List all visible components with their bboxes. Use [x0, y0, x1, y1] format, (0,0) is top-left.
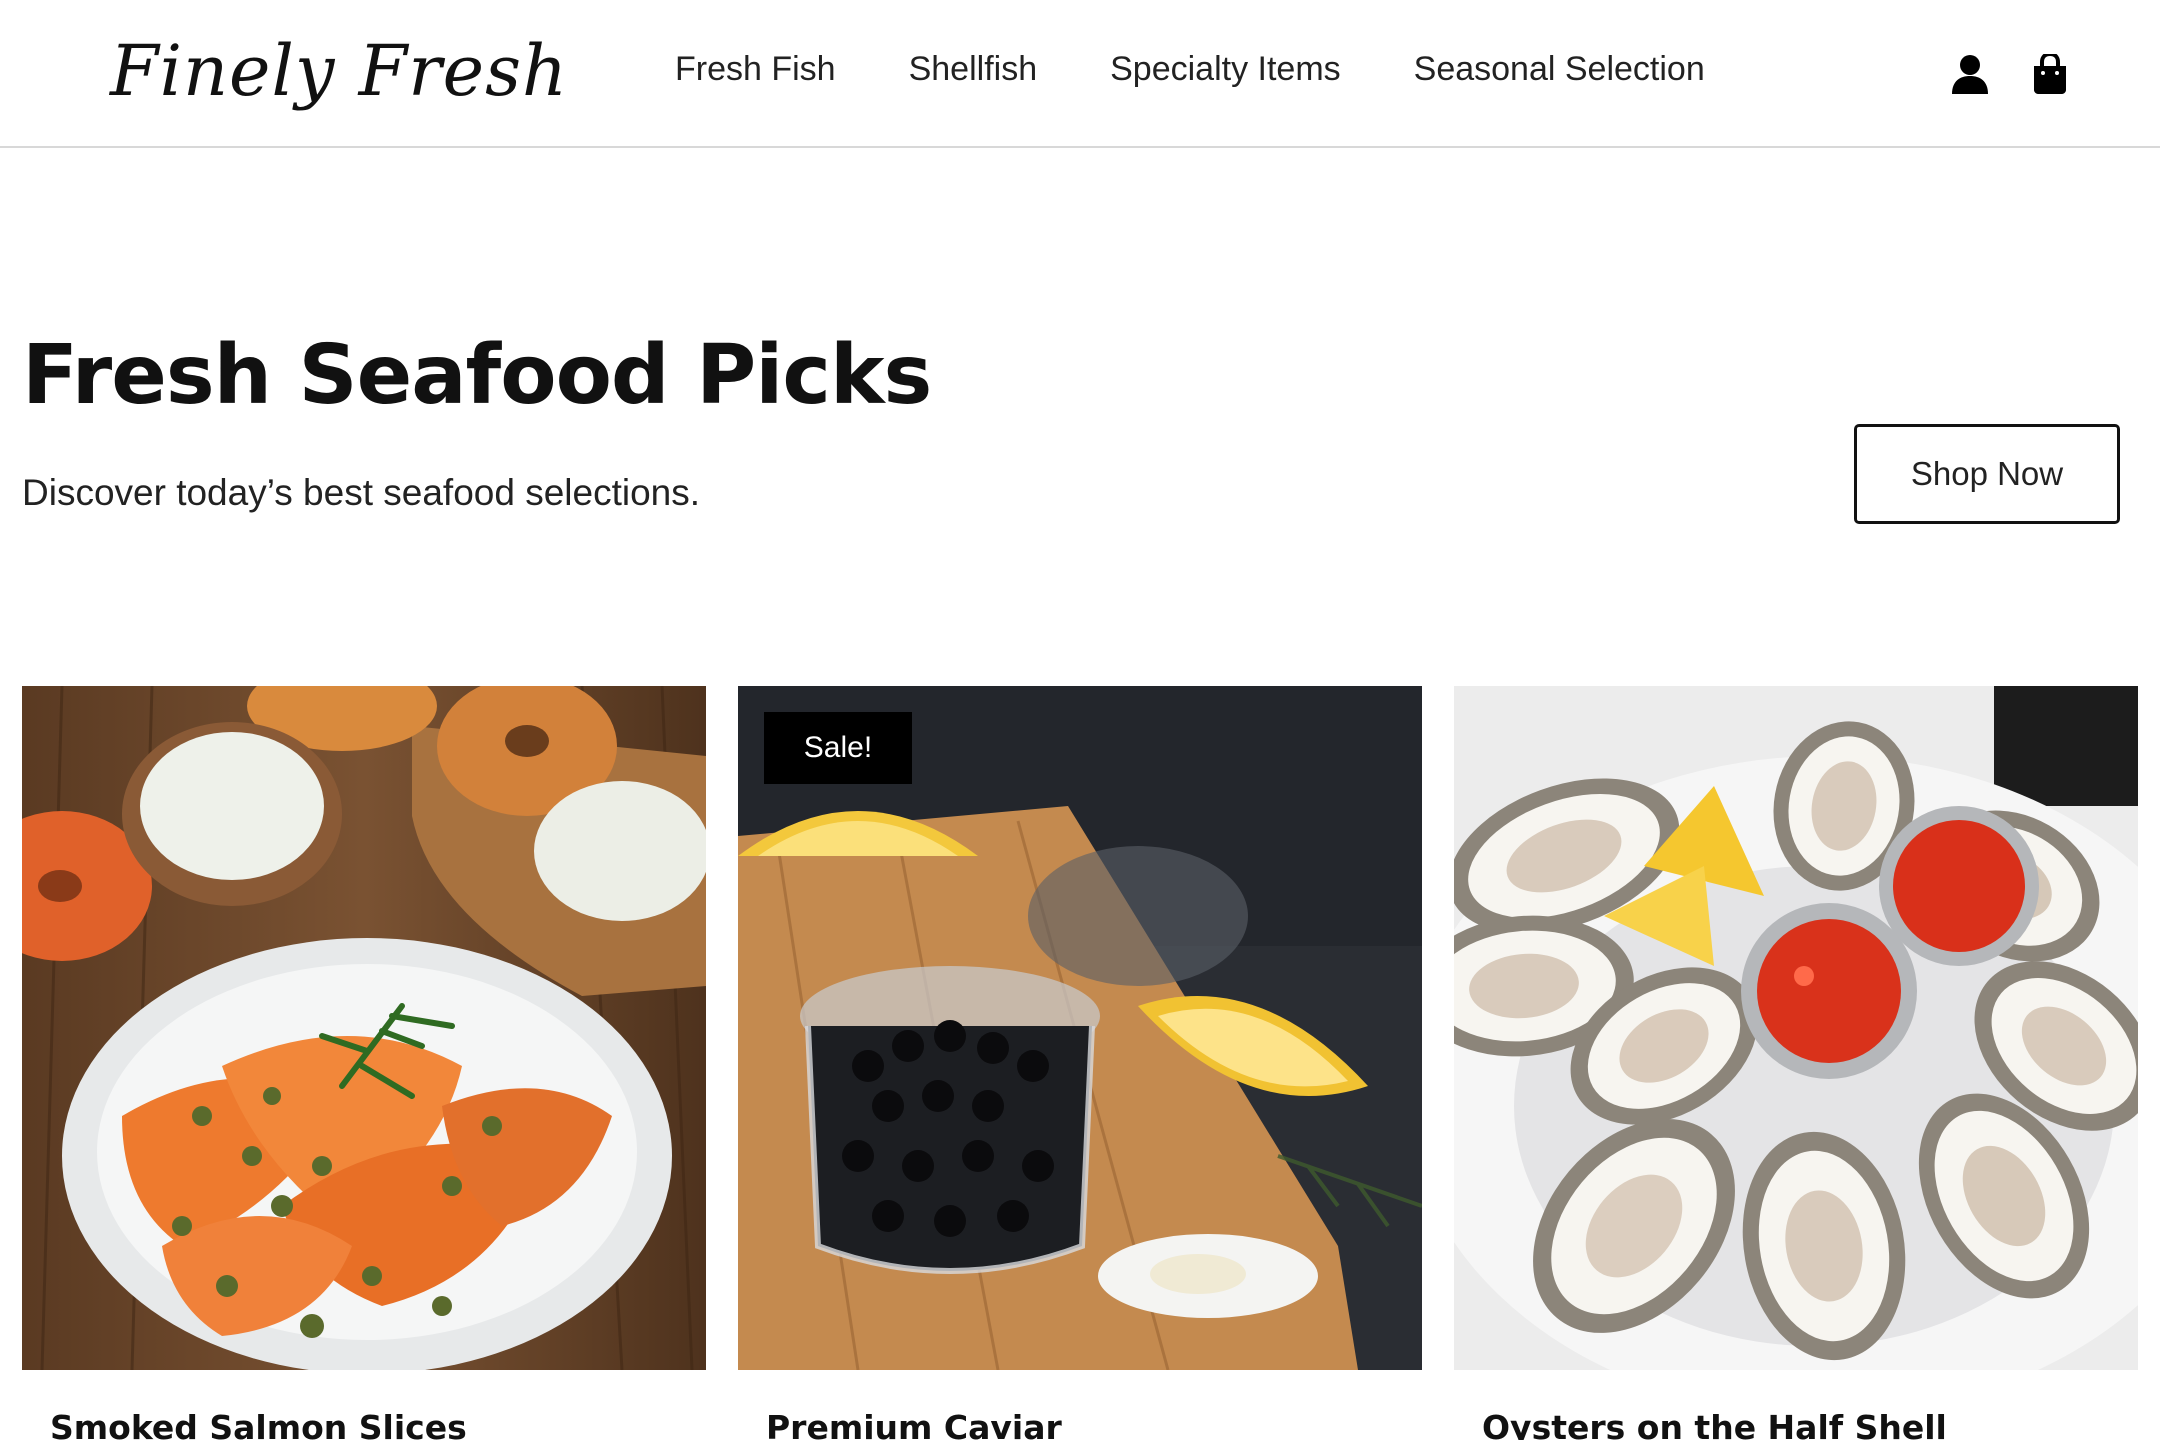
product-title[interactable]: Oysters on the Half Shell	[1482, 1408, 1947, 1440]
smoked-salmon-plate-image[interactable]	[22, 686, 706, 1370]
nav-item-fresh-fish[interactable]: Fresh Fish	[675, 50, 836, 89]
product-title[interactable]: Smoked Salmon Slices	[50, 1408, 467, 1440]
sale-badge: Sale!	[764, 712, 912, 784]
nav-item-shellfish[interactable]: Shellfish	[909, 50, 1038, 89]
hero-subtitle: Discover today’s best seafood selections…	[22, 472, 701, 513]
nav-item-specialty-items[interactable]: Specialty Items	[1110, 50, 1341, 89]
site-header: Finely Fresh Fresh Fish Shellfish Specia…	[0, 0, 2160, 148]
nav-item-seasonal-selection[interactable]: Seasonal Selection	[1414, 50, 1705, 89]
site-logo[interactable]: Finely Fresh	[110, 30, 568, 112]
product-card-smoked-salmon[interactable]: Smoked Salmon Slices	[22, 686, 706, 1440]
hero-title: Fresh Seafood Picks	[22, 328, 932, 423]
product-title[interactable]: Premium Caviar	[766, 1408, 1062, 1440]
header-actions	[1950, 52, 2070, 96]
caviar-jar-image[interactable]: Sale!	[738, 686, 1422, 1370]
product-card-oysters[interactable]: Oysters on the Half Shell	[1454, 686, 2138, 1440]
product-card-premium-caviar[interactable]: Sale! Premium Caviar	[738, 686, 1422, 1440]
account-icon[interactable]	[1950, 52, 1990, 96]
shopping-bag-icon[interactable]	[2030, 52, 2070, 96]
shop-now-button[interactable]: Shop Now	[1854, 424, 2120, 524]
oysters-platter-image[interactable]	[1454, 686, 2138, 1370]
main-nav: Fresh Fish Shellfish Specialty Items Sea…	[675, 50, 1705, 89]
